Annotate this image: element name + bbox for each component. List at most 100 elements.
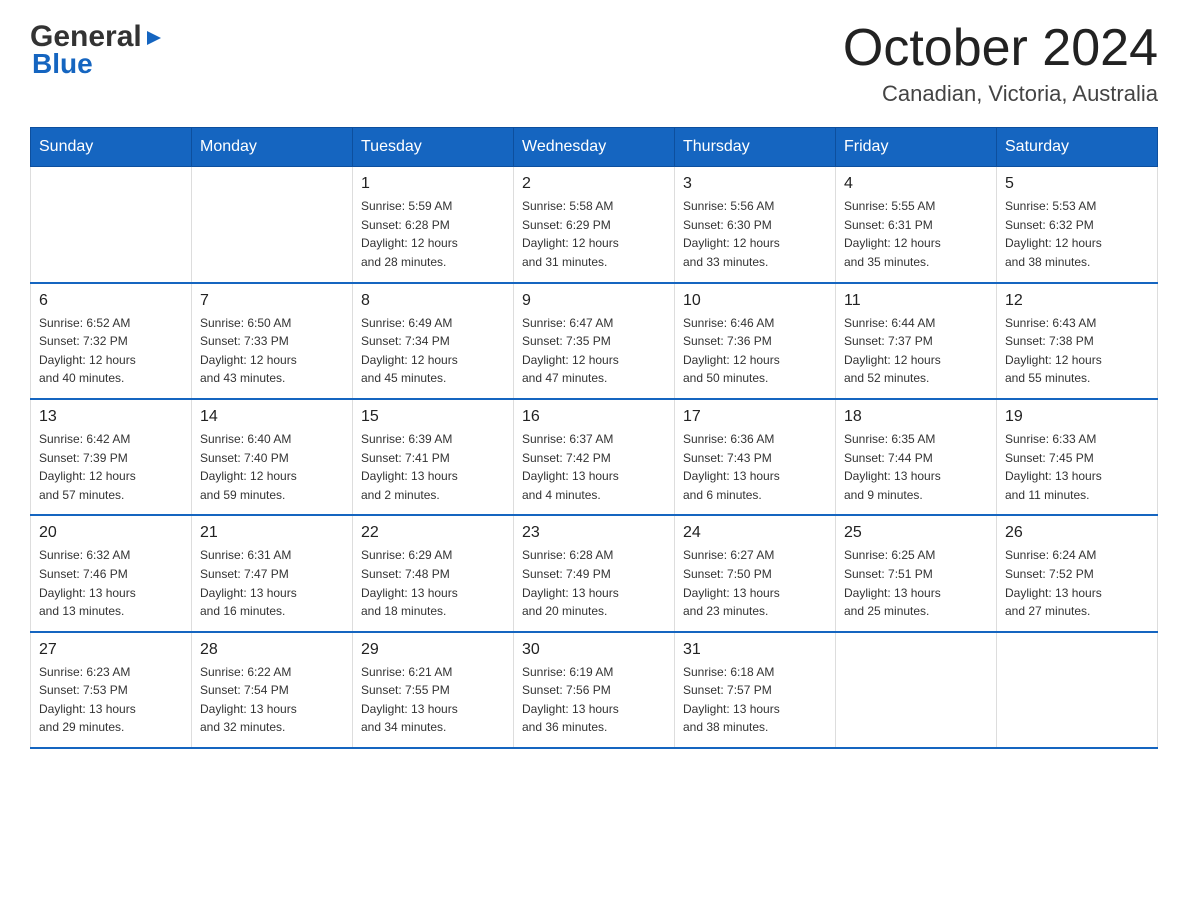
day-number: 12 xyxy=(1005,292,1149,310)
day-info: Sunrise: 6:19 AMSunset: 7:56 PMDaylight:… xyxy=(522,663,666,737)
calendar-cell: 24Sunrise: 6:27 AMSunset: 7:50 PMDayligh… xyxy=(675,515,836,631)
calendar-header: SundayMondayTuesdayWednesdayThursdayFrid… xyxy=(31,128,1158,167)
weekday-header-tuesday: Tuesday xyxy=(353,128,514,167)
calendar-cell: 4 Sunrise: 5:55 AMSunset: 6:31 PMDaylight… xyxy=(836,167,997,283)
day-number: 1 xyxy=(361,175,505,193)
calendar-week-row: 6 Sunrise: 6:52 AMSunset: 7:32 PMDaylight… xyxy=(31,283,1158,399)
day-number: 14 xyxy=(200,408,344,426)
day-info: Sunrise: 6:47 AMSunset: 7:35 PMDaylight:… xyxy=(522,314,666,388)
day-number: 21 xyxy=(200,524,344,542)
day-number: 28 xyxy=(200,641,344,659)
calendar-week-row: 20 Sunrise: 6:32 AMSunset: 7:46 PMDayligh… xyxy=(31,515,1158,631)
weekday-header-saturday: Saturday xyxy=(997,128,1158,167)
day-info: Sunrise: 6:21 AMSunset: 7:55 PMDaylight:… xyxy=(361,663,505,737)
day-number: 3 xyxy=(683,175,827,193)
day-info: Sunrise: 6:52 AMSunset: 7:32 PMDaylight:… xyxy=(39,314,183,388)
calendar-cell: 13 Sunrise: 6:42 AMSunset: 7:39 PMDayligh… xyxy=(31,399,192,515)
calendar-cell: 29Sunrise: 6:21 AMSunset: 7:55 PMDayligh… xyxy=(353,632,514,748)
calendar-cell: 16Sunrise: 6:37 AMSunset: 7:42 PMDayligh… xyxy=(514,399,675,515)
calendar-table: SundayMondayTuesdayWednesdayThursdayFrid… xyxy=(30,127,1158,749)
day-info: Sunrise: 5:59 AMSunset: 6:28 PMDaylight:… xyxy=(361,197,505,271)
calendar-cell: 27Sunrise: 6:23 AMSunset: 7:53 PMDayligh… xyxy=(31,632,192,748)
day-info: Sunrise: 6:50 AMSunset: 7:33 PMDaylight:… xyxy=(200,314,344,388)
day-number: 31 xyxy=(683,641,827,659)
day-number: 17 xyxy=(683,408,827,426)
day-number: 5 xyxy=(1005,175,1149,193)
calendar-cell: 22 Sunrise: 6:29 AMSunset: 7:48 PMDayligh… xyxy=(353,515,514,631)
weekday-header-sunday: Sunday xyxy=(31,128,192,167)
calendar-cell xyxy=(192,167,353,283)
calendar-cell: 25Sunrise: 6:25 AMSunset: 7:51 PMDayligh… xyxy=(836,515,997,631)
calendar-cell: 1 Sunrise: 5:59 AMSunset: 6:28 PMDaylight… xyxy=(353,167,514,283)
calendar-week-row: 27Sunrise: 6:23 AMSunset: 7:53 PMDayligh… xyxy=(31,632,1158,748)
weekday-header-wednesday: Wednesday xyxy=(514,128,675,167)
day-number: 13 xyxy=(39,408,183,426)
calendar-week-row: 13 Sunrise: 6:42 AMSunset: 7:39 PMDayligh… xyxy=(31,399,1158,515)
day-info: Sunrise: 6:46 AMSunset: 7:36 PMDaylight:… xyxy=(683,314,827,388)
weekday-header-row: SundayMondayTuesdayWednesdayThursdayFrid… xyxy=(31,128,1158,167)
weekday-header-thursday: Thursday xyxy=(675,128,836,167)
day-number: 8 xyxy=(361,292,505,310)
day-number: 15 xyxy=(361,408,505,426)
calendar-cell: 7 Sunrise: 6:50 AMSunset: 7:33 PMDaylight… xyxy=(192,283,353,399)
day-info: Sunrise: 6:28 AMSunset: 7:49 PMDaylight:… xyxy=(522,546,666,620)
logo-triangle-icon xyxy=(143,27,165,49)
day-number: 18 xyxy=(844,408,988,426)
day-info: Sunrise: 6:31 AMSunset: 7:47 PMDaylight:… xyxy=(200,546,344,620)
day-number: 30 xyxy=(522,641,666,659)
calendar-cell: 23 Sunrise: 6:28 AMSunset: 7:49 PMDayligh… xyxy=(514,515,675,631)
logo-blue: Blue xyxy=(32,48,93,80)
calendar-cell: 8Sunrise: 6:49 AMSunset: 7:34 PMDaylight… xyxy=(353,283,514,399)
day-info: Sunrise: 5:55 AMSunset: 6:31 PMDaylight:… xyxy=(844,197,988,271)
day-info: Sunrise: 6:42 AMSunset: 7:39 PMDaylight:… xyxy=(39,430,183,504)
page-header: General Blue October 2024 Canadian, Vict… xyxy=(30,20,1158,107)
day-info: Sunrise: 6:24 AMSunset: 7:52 PMDaylight:… xyxy=(1005,546,1149,620)
day-number: 6 xyxy=(39,292,183,310)
weekday-header-friday: Friday xyxy=(836,128,997,167)
calendar-cell: 17Sunrise: 6:36 AMSunset: 7:43 PMDayligh… xyxy=(675,399,836,515)
day-number: 4 xyxy=(844,175,988,193)
day-info: Sunrise: 6:29 AMSunset: 7:48 PMDaylight:… xyxy=(361,546,505,620)
day-number: 19 xyxy=(1005,408,1149,426)
day-info: Sunrise: 5:53 AMSunset: 6:32 PMDaylight:… xyxy=(1005,197,1149,271)
day-info: Sunrise: 6:44 AMSunset: 7:37 PMDaylight:… xyxy=(844,314,988,388)
calendar-week-row: 1 Sunrise: 5:59 AMSunset: 6:28 PMDaylight… xyxy=(31,167,1158,283)
day-info: Sunrise: 6:37 AMSunset: 7:42 PMDaylight:… xyxy=(522,430,666,504)
calendar-cell: 20 Sunrise: 6:32 AMSunset: 7:46 PMDayligh… xyxy=(31,515,192,631)
day-info: Sunrise: 6:32 AMSunset: 7:46 PMDaylight:… xyxy=(39,546,183,620)
day-number: 25 xyxy=(844,524,988,542)
logo: General Blue xyxy=(30,20,165,80)
day-info: Sunrise: 6:35 AMSunset: 7:44 PMDaylight:… xyxy=(844,430,988,504)
day-number: 23 xyxy=(522,524,666,542)
calendar-cell: 28 Sunrise: 6:22 AMSunset: 7:54 PMDayligh… xyxy=(192,632,353,748)
day-info: Sunrise: 6:43 AMSunset: 7:38 PMDaylight:… xyxy=(1005,314,1149,388)
calendar-cell xyxy=(997,632,1158,748)
day-info: Sunrise: 6:27 AMSunset: 7:50 PMDaylight:… xyxy=(683,546,827,620)
calendar-body: 1 Sunrise: 5:59 AMSunset: 6:28 PMDaylight… xyxy=(31,167,1158,748)
calendar-cell: 19 Sunrise: 6:33 AMSunset: 7:45 PMDayligh… xyxy=(997,399,1158,515)
calendar-cell xyxy=(31,167,192,283)
calendar-cell xyxy=(836,632,997,748)
day-number: 10 xyxy=(683,292,827,310)
weekday-header-monday: Monday xyxy=(192,128,353,167)
day-number: 22 xyxy=(361,524,505,542)
calendar-cell: 30 Sunrise: 6:19 AMSunset: 7:56 PMDayligh… xyxy=(514,632,675,748)
day-number: 7 xyxy=(200,292,344,310)
day-number: 26 xyxy=(1005,524,1149,542)
calendar-cell: 15Sunrise: 6:39 AMSunset: 7:41 PMDayligh… xyxy=(353,399,514,515)
calendar-cell: 10 Sunrise: 6:46 AMSunset: 7:36 PMDayligh… xyxy=(675,283,836,399)
day-info: Sunrise: 5:58 AMSunset: 6:29 PMDaylight:… xyxy=(522,197,666,271)
day-info: Sunrise: 6:40 AMSunset: 7:40 PMDaylight:… xyxy=(200,430,344,504)
day-number: 20 xyxy=(39,524,183,542)
calendar-cell: 14 Sunrise: 6:40 AMSunset: 7:40 PMDayligh… xyxy=(192,399,353,515)
day-number: 9 xyxy=(522,292,666,310)
calendar-cell: 2 Sunrise: 5:58 AMSunset: 6:29 PMDaylight… xyxy=(514,167,675,283)
day-number: 2 xyxy=(522,175,666,193)
day-info: Sunrise: 5:56 AMSunset: 6:30 PMDaylight:… xyxy=(683,197,827,271)
location-subtitle: Canadian, Victoria, Australia xyxy=(843,81,1158,107)
day-info: Sunrise: 6:33 AMSunset: 7:45 PMDaylight:… xyxy=(1005,430,1149,504)
day-number: 11 xyxy=(844,292,988,310)
day-info: Sunrise: 6:22 AMSunset: 7:54 PMDaylight:… xyxy=(200,663,344,737)
calendar-cell: 31Sunrise: 6:18 AMSunset: 7:57 PMDayligh… xyxy=(675,632,836,748)
calendar-cell: 21 Sunrise: 6:31 AMSunset: 7:47 PMDayligh… xyxy=(192,515,353,631)
